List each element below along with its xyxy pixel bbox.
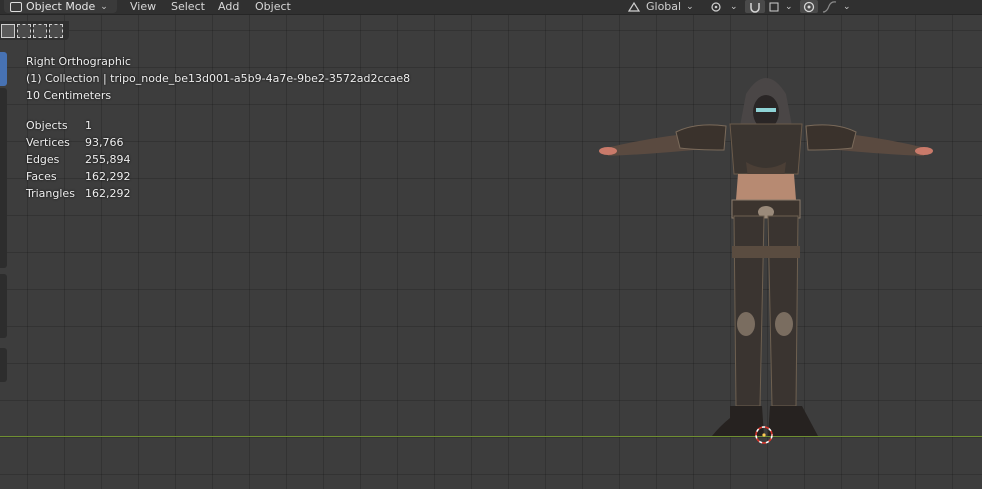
select-mode-buttons [0,21,69,40]
select-intersect-icon[interactable] [49,23,63,38]
stat-row: Vertices 93,766 [26,136,124,149]
scene-statistics: Objects 1 Vertices 93,766 Edges 255,894 Fac… [26,117,131,202]
snap-target-dropdown[interactable]: ⌄ [768,0,793,13]
chevron-down-icon: ⌄ [843,1,851,12]
chevron-down-icon: ⌄ [686,1,694,12]
tool-shelf [0,52,8,382]
select-subtract-icon[interactable] [33,23,47,38]
proportional-edit-icon [803,1,815,12]
tool-annotate-group[interactable] [0,274,7,338]
proportional-edit-toggle[interactable] [800,0,818,13]
view-name: Right Orthographic [26,55,131,68]
chevron-down-icon: ⌄ [730,1,738,12]
tool-select[interactable] [0,52,7,86]
grid-scale: 10 Centimeters [26,89,112,102]
menu-select[interactable]: Select [171,0,205,13]
pivot-point-dropdown[interactable]: ⌄ [709,0,738,13]
object-mode-label: Object Mode [26,0,96,13]
3d-cursor-icon [755,426,773,444]
menu-object[interactable]: Object [255,0,291,13]
snap-icon [750,2,760,13]
snap-toggle[interactable] [745,0,765,13]
select-box-icon[interactable] [1,23,15,38]
character-model[interactable] [596,66,936,438]
object-mode-icon [10,1,22,12]
menu-add[interactable]: Add [218,0,239,13]
transform-orientation-dropdown[interactable]: Global ⌄ [627,0,694,13]
select-extend-icon[interactable] [17,23,31,38]
stat-row: Edges 255,894 [26,153,131,166]
falloff-curve-icon [822,0,837,13]
viewport-header: Object Mode ⌄ View Select Add Object Glo… [0,0,982,15]
tool-add-cube[interactable] [0,348,7,382]
viewport-info-overlay: Right Orthographic (1) Collection | trip… [26,53,410,104]
stat-row: Objects 1 [26,119,92,132]
stat-row: Faces 162,292 [26,170,131,183]
stat-row: Triangles 162,292 [26,187,131,200]
transform-orientation-icon [627,1,641,12]
object-mode-dropdown[interactable]: Object Mode ⌄ [4,0,117,13]
chevron-down-icon: ⌄ [100,1,108,12]
chevron-down-icon: ⌄ [785,1,793,12]
menu-view[interactable]: View [130,0,156,13]
snap-target-icon [769,2,779,11]
collection-label: (1) Collection | tripo_node_be13d001-a5b… [26,72,411,85]
orientation-label: Global [646,0,682,13]
tool-transform-group[interactable] [0,88,7,268]
pivot-icon [711,1,721,12]
falloff-dropdown[interactable]: ⌄ [822,0,851,13]
